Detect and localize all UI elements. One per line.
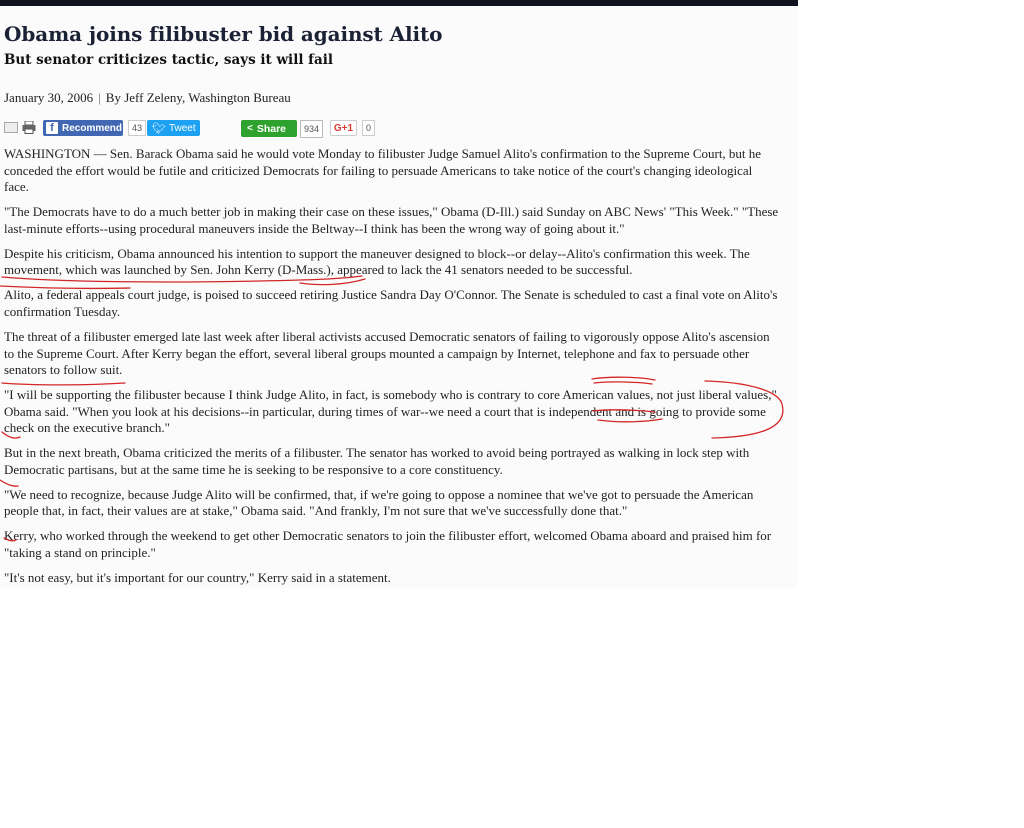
share-count: 934 xyxy=(300,120,324,138)
share-button[interactable]: < Share xyxy=(241,120,297,137)
facebook-icon: f xyxy=(46,122,58,134)
paragraph: Kerry, who worked through the weekend to… xyxy=(4,528,772,560)
subheadline: But senator criticizes tactic, says it w… xyxy=(4,52,333,68)
paragraph: "I will be supporting the filibuster bec… xyxy=(4,387,777,436)
facebook-label: Recommend xyxy=(62,122,123,134)
print-icon[interactable] xyxy=(22,121,36,134)
google-plus-button[interactable]: G+1 xyxy=(330,120,357,136)
publish-date: January 30, 2006 xyxy=(4,90,94,105)
author: By Jeff Zeleny, Washington Bureau xyxy=(105,90,291,105)
paragraph: "We need to recognize, because Judge Ali… xyxy=(4,486,754,519)
paragraph: The threat of a filibuster emerged late … xyxy=(4,328,770,378)
byline-separator: | xyxy=(98,90,101,105)
article: Obama joins filibuster bid against Alito… xyxy=(4,20,794,585)
paragraph: "The Democrats have to do a much better … xyxy=(4,204,779,236)
tweet-button[interactable]: 🐦︎ Tweet xyxy=(147,120,200,136)
share-bar: f Recommend 43 🐦︎ Tweet < Share 934 G+1 … xyxy=(4,120,404,138)
paragraph: "It's not easy, but it's important for o… xyxy=(4,569,391,585)
paragraph: But in the next breath, Obama criticized… xyxy=(4,445,750,477)
facebook-count: 43 xyxy=(128,120,147,136)
paragraph: Alito, a federal appeals court judge, is… xyxy=(4,287,778,319)
share-icon: < xyxy=(247,123,253,134)
article-body: WASHINGTON — Sen. Barack Obama said he w… xyxy=(4,146,779,595)
share-label: Share xyxy=(256,122,287,135)
facebook-recommend-button[interactable]: f Recommend xyxy=(43,120,123,136)
twitter-bird-icon: 🐦︎ xyxy=(152,122,166,135)
tweet-label: Tweet xyxy=(168,122,196,134)
byline: January 30, 2006 | By Jeff Zeleny, Washing… xyxy=(4,90,291,106)
paragraph: Despite his criticism, Obama announced h… xyxy=(4,245,750,278)
headline: Obama joins filibuster bid against Alito xyxy=(4,22,443,46)
paragraph: WASHINGTON — Sen. Barack Obama said he w… xyxy=(4,146,762,195)
google-plus-count: 0 xyxy=(362,120,376,136)
email-icon[interactable] xyxy=(4,122,18,133)
